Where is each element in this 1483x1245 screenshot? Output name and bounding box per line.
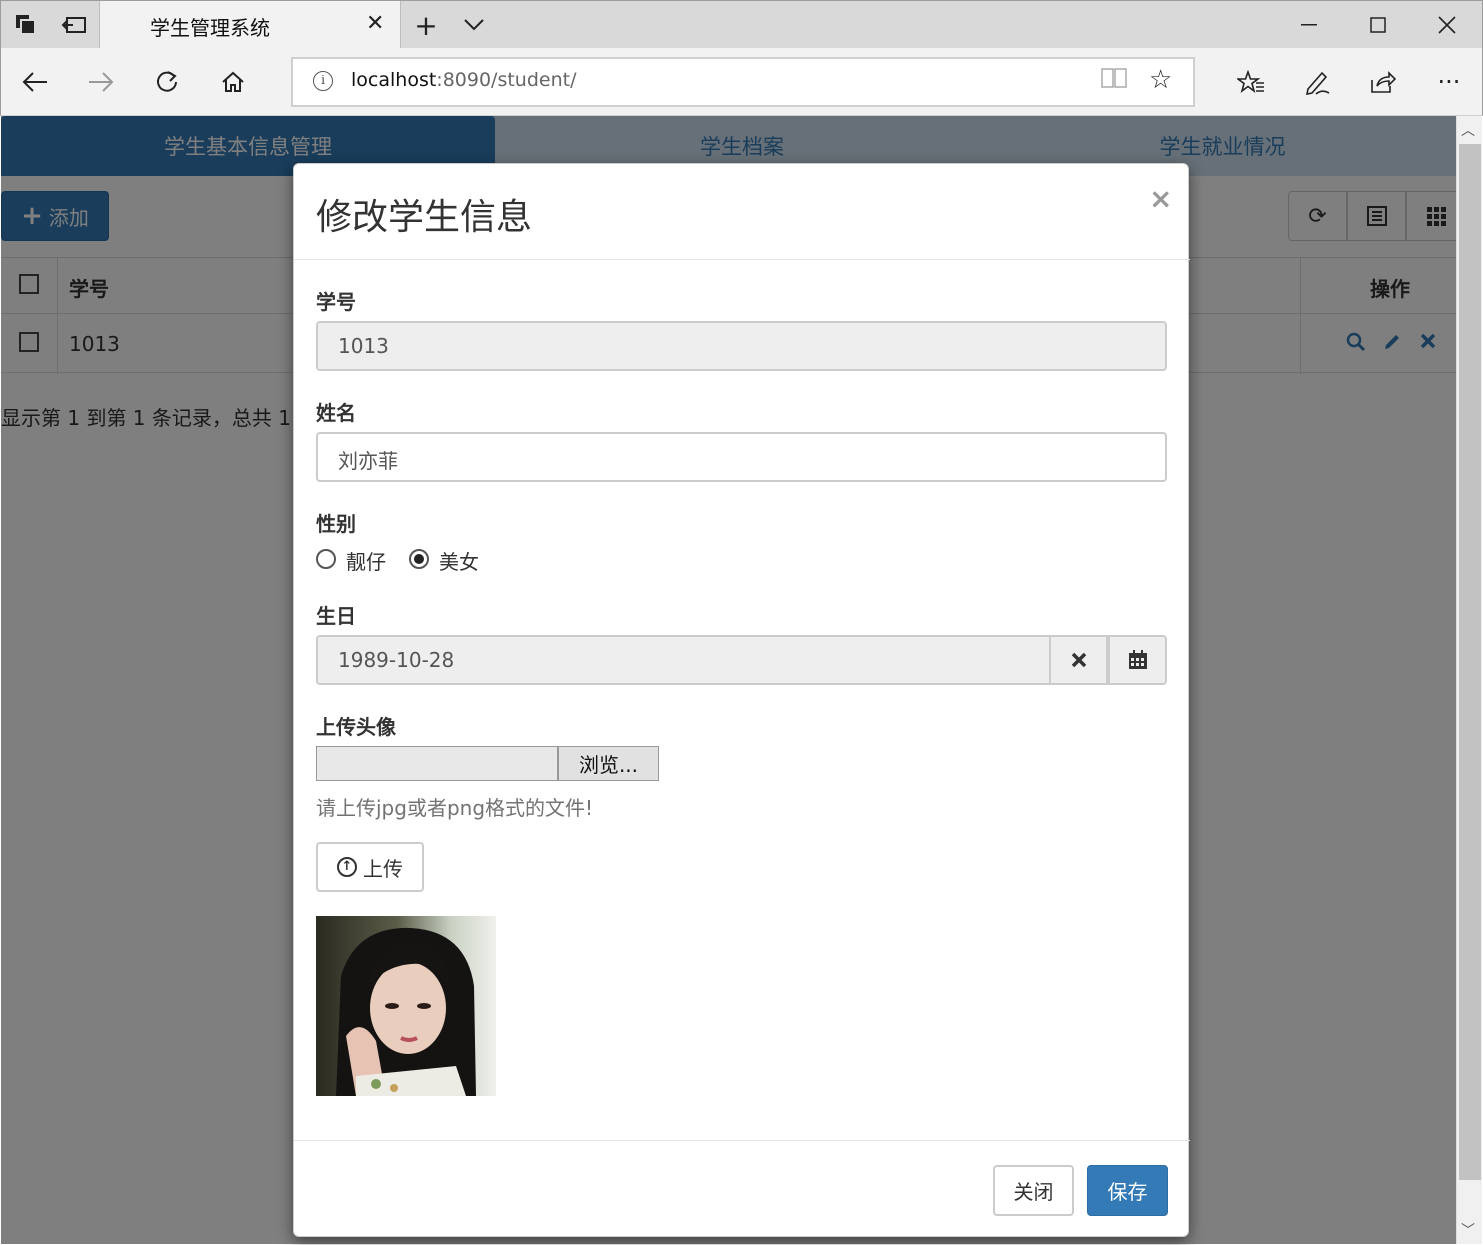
new-tab-icon[interactable]: + — [413, 9, 439, 42]
avatar-label: 上传头像 — [316, 715, 396, 739]
browser-tab-active[interactable]: 学生管理系统 ✕ — [99, 1, 401, 49]
upload-arrow-icon: ↑ — [337, 857, 357, 877]
refresh-icon[interactable] — [149, 64, 185, 100]
save-button[interactable]: 保存 — [1087, 1165, 1168, 1216]
favorite-star-icon[interactable]: ☆ — [1149, 65, 1172, 95]
address-url[interactable]: localhost:8090/student/ — [351, 69, 577, 91]
upload-button[interactable]: ↑ 上传 — [316, 842, 424, 892]
home-icon[interactable] — [215, 64, 251, 100]
student-id-field[interactable]: 1013 — [316, 321, 1167, 371]
maximize-icon[interactable] — [1358, 9, 1398, 41]
browser-navbar: i localhost:8090/student/ ☆ ··· — [0, 48, 1483, 116]
scroll-down-icon[interactable]: ﹀ — [1461, 1220, 1475, 1240]
student-id-label: 学号 — [316, 290, 356, 314]
set-tabs-aside-icon[interactable] — [61, 13, 87, 37]
site-info-icon[interactable]: i — [313, 71, 333, 91]
clear-x-icon — [1071, 652, 1086, 668]
gender-radio-male[interactable] — [316, 549, 336, 569]
share-icon[interactable] — [1365, 64, 1401, 100]
modal-footer: 关闭 保存 — [294, 1140, 1190, 1237]
window-close-icon[interactable] — [1427, 9, 1467, 41]
minimize-icon[interactable] — [1289, 9, 1329, 41]
close-button[interactable]: 关闭 — [993, 1165, 1074, 1216]
open-calendar-button[interactable] — [1108, 635, 1167, 685]
more-options-icon[interactable]: ··· — [1431, 64, 1467, 100]
page-scrollbar[interactable]: ︿ ﹀ — [1456, 116, 1482, 1244]
calendar-icon — [1128, 650, 1147, 669]
upload-button-label: 上传 — [363, 856, 403, 881]
address-bar[interactable]: i localhost:8090/student/ ☆ — [291, 57, 1195, 107]
browse-button[interactable]: 浏览... — [558, 746, 659, 781]
gender-option-male[interactable]: 靓仔 — [346, 546, 386, 575]
name-field[interactable]: 刘亦菲 — [316, 432, 1167, 482]
back-arrow-icon[interactable] — [17, 64, 53, 100]
tab-close-icon[interactable]: ✕ — [366, 11, 384, 36]
forward-arrow-icon[interactable] — [83, 64, 119, 100]
pen-notes-icon[interactable] — [1299, 64, 1335, 100]
name-label: 姓名 — [316, 401, 356, 425]
browser-titlebar: 学生管理系统 ✕ + — [0, 0, 1483, 49]
birthday-label: 生日 — [316, 604, 356, 628]
modal-close-icon[interactable]: × — [1149, 182, 1172, 215]
scroll-up-icon[interactable]: ︿ — [1461, 120, 1475, 140]
tab-title: 学生管理系统 — [150, 16, 270, 40]
birthday-field[interactable]: 1989-10-28 — [316, 635, 1051, 685]
clear-date-button[interactable] — [1049, 635, 1108, 685]
gender-radio-female[interactable] — [409, 549, 429, 569]
modal-header: 修改学生信息 × — [294, 164, 1190, 260]
edit-student-modal: 修改学生信息 × 学号 1013 姓名 刘亦菲 性别 靓仔 美女 生日 1989… — [293, 163, 1190, 1237]
file-format-hint: 请上传jpg或者png格式的文件! — [316, 796, 594, 820]
gender-label: 性别 — [316, 512, 356, 536]
reading-view-icon[interactable] — [1101, 67, 1127, 95]
scroll-thumb[interactable] — [1459, 144, 1481, 1180]
file-path-field[interactable] — [316, 746, 558, 781]
tab-actions-icon[interactable] — [13, 13, 39, 37]
tab-list-chevron-icon[interactable] — [461, 13, 487, 37]
modal-title: 修改学生信息 — [316, 197, 533, 238]
favorites-list-icon[interactable] — [1233, 64, 1269, 100]
gender-option-female[interactable]: 美女 — [439, 546, 479, 575]
avatar-preview-image — [316, 916, 496, 1096]
